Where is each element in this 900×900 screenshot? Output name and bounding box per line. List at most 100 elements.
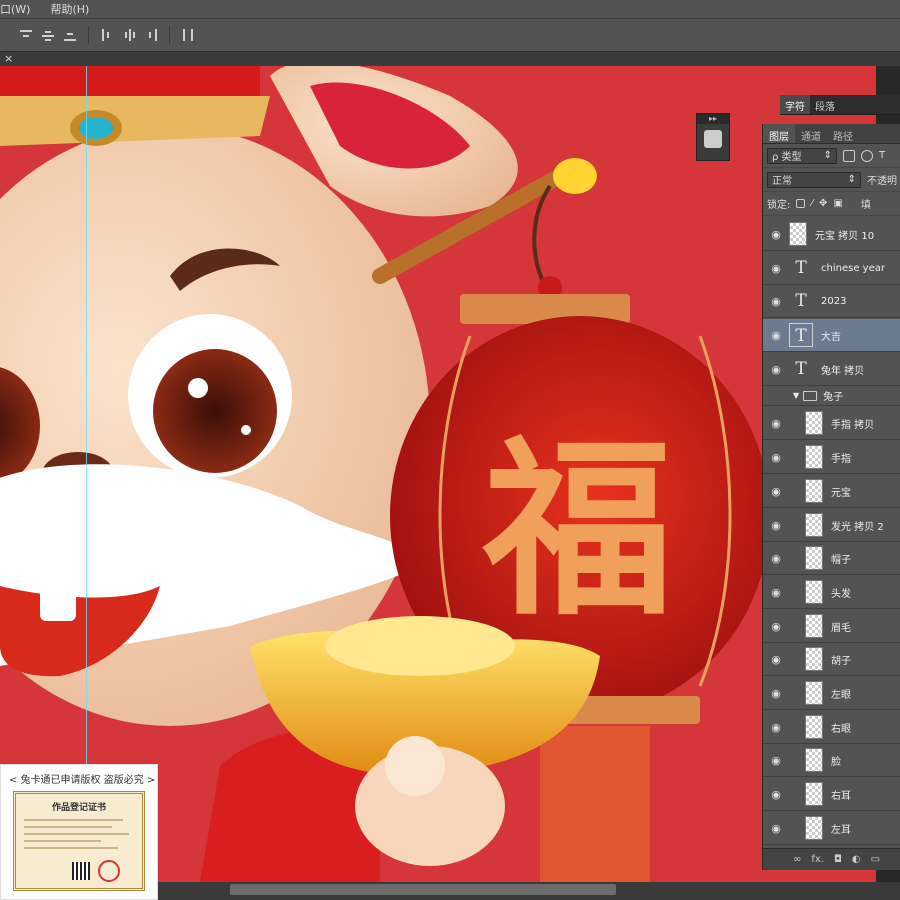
- tab-paragraph[interactable]: 段落: [810, 95, 840, 114]
- document-tab-bar: [0, 52, 900, 66]
- layer-row[interactable]: ◉ 左眼: [763, 677, 900, 710]
- blend-mode-value: 正常: [772, 176, 792, 187]
- layer-row[interactable]: ◉ 右耳: [763, 778, 900, 811]
- guide-line[interactable]: [86, 66, 87, 882]
- scrollbar-thumb[interactable]: [230, 884, 616, 895]
- layer-thumbnail: [789, 222, 807, 246]
- visibility-eye-icon[interactable]: ◉: [763, 519, 789, 532]
- layer-name: 脸: [831, 756, 841, 768]
- menu-help[interactable]: 帮助(H): [38, 1, 97, 17]
- layers-panel-footer: ∞ fx. ◘ ◐ ▭: [763, 848, 900, 870]
- align-vcenter-icon[interactable]: [40, 27, 56, 43]
- align-hcenter-icon[interactable]: [121, 27, 137, 43]
- layer-thumbnail: [805, 748, 823, 772]
- type-filter-icon[interactable]: T: [879, 150, 885, 161]
- visibility-eye-icon[interactable]: ◉: [763, 228, 789, 241]
- adjustment-filter-icon[interactable]: [861, 149, 873, 162]
- layer-row[interactable]: ◉ T 2023: [763, 285, 900, 318]
- layer-name: 左眼: [831, 689, 851, 701]
- group-name: 兔子: [823, 392, 844, 403]
- visibility-eye-icon[interactable]: ◉: [763, 451, 789, 464]
- layer-group-row[interactable]: ▼ 兔子: [763, 386, 900, 406]
- layer-row[interactable]: ◉ 左耳: [763, 812, 900, 845]
- text-layer-icon: T: [789, 323, 813, 347]
- document-canvas[interactable]: 福: [0, 66, 876, 882]
- layer-row[interactable]: ◉ 发光 拷贝 2: [763, 509, 900, 542]
- layer-row[interactable]: ◉ 手指: [763, 441, 900, 474]
- layer-thumbnail: [805, 580, 823, 604]
- layer-thumbnail: [805, 411, 823, 435]
- visibility-eye-icon[interactable]: ◉: [763, 295, 789, 308]
- layer-thumbnail: [805, 647, 823, 671]
- layer-row[interactable]: ◉ 眉毛: [763, 610, 900, 643]
- layer-row[interactable]: ◉ 元宝: [763, 475, 900, 508]
- document-close-icon[interactable]: ×: [4, 52, 13, 66]
- visibility-eye-icon[interactable]: ◉: [763, 485, 789, 498]
- layer-row[interactable]: ◉ 右眼: [763, 711, 900, 744]
- layer-row[interactable]: ◉ 手指 拷贝: [763, 407, 900, 440]
- opacity-label: 不透明: [867, 176, 897, 187]
- lock-transparent-icon[interactable]: [796, 199, 806, 208]
- layer-row[interactable]: ◉ 元宝 拷贝 10: [763, 218, 900, 251]
- tab-paths[interactable]: 路径: [827, 124, 859, 143]
- visibility-eye-icon[interactable]: ◉: [763, 329, 789, 342]
- distribute-icon[interactable]: [180, 27, 196, 43]
- expand-panels-button[interactable]: ▸▸: [697, 114, 729, 124]
- copyright-watermark: < 兔卡通已申请版权 盗版必究 > 作品登记证书: [0, 764, 158, 900]
- visibility-eye-icon[interactable]: ◉: [763, 363, 789, 376]
- image-filter-icon[interactable]: [843, 149, 855, 162]
- lantern-character: 福: [482, 418, 673, 641]
- visibility-eye-icon[interactable]: ◉: [763, 754, 789, 767]
- layer-name: 发光 拷贝 2: [831, 521, 884, 533]
- align-bottom-icon[interactable]: [62, 27, 78, 43]
- layer-row[interactable]: ◉ 脸: [763, 744, 900, 777]
- layer-row[interactable]: ◉ T 大吉: [763, 319, 900, 352]
- blend-mode-select[interactable]: 正常 ⇕: [767, 171, 861, 188]
- visibility-eye-icon[interactable]: ◉: [763, 653, 789, 666]
- layer-row[interactable]: ◉ 头发: [763, 576, 900, 609]
- filter-row: ρ 类型 ⇕ T: [763, 144, 900, 168]
- layer-row[interactable]: ◉ Tchinese year: [763, 252, 900, 285]
- adjustment-icon[interactable]: ◐: [852, 854, 861, 865]
- tab-channels[interactable]: 通道: [795, 124, 827, 143]
- menu-bar: 口(W) 帮助(H): [0, 0, 900, 18]
- link-layers-icon[interactable]: ∞: [793, 854, 801, 865]
- expand-arrow-icon[interactable]: ▼: [793, 391, 799, 400]
- properties-icon[interactable]: [704, 130, 722, 148]
- collapsed-panel: ▸▸: [696, 113, 730, 161]
- visibility-eye-icon[interactable]: ◉: [763, 822, 789, 835]
- layer-thumbnail: [805, 546, 823, 570]
- rabbit-eye-right: [153, 349, 277, 473]
- visibility-eye-icon[interactable]: ◉: [763, 788, 789, 801]
- layer-row[interactable]: ◉ T 兔年 拷贝: [763, 353, 900, 386]
- align-right-icon[interactable]: [143, 27, 159, 43]
- visibility-eye-icon[interactable]: ◉: [763, 721, 789, 734]
- layer-thumbnail: [805, 681, 823, 705]
- align-left-icon[interactable]: [99, 27, 115, 43]
- fill-label: 填: [860, 200, 871, 211]
- layer-name: 手指: [831, 453, 851, 465]
- tab-layers[interactable]: 图层: [763, 124, 795, 143]
- menu-window[interactable]: 口(W): [0, 1, 38, 17]
- layer-filter-select[interactable]: ρ 类型 ⇕: [767, 147, 837, 164]
- visibility-eye-icon[interactable]: ◉: [763, 417, 789, 430]
- lock-image-icon[interactable]: ⁄: [811, 198, 813, 209]
- visibility-eye-icon[interactable]: ◉: [763, 586, 789, 599]
- align-top-icon[interactable]: [18, 27, 34, 43]
- mask-icon[interactable]: ◘: [834, 854, 842, 865]
- fx-icon[interactable]: fx.: [811, 854, 824, 865]
- layer-name: 胡子: [831, 655, 851, 667]
- layers-panel: 图层 通道 路径 ρ 类型 ⇕ T 正常 ⇕ 不透明 锁定: ⁄ ✥ ▣ 填 ◉…: [762, 124, 900, 870]
- visibility-eye-icon[interactable]: ◉: [763, 620, 789, 633]
- folder-icon[interactable]: ▭: [871, 854, 880, 865]
- visibility-eye-icon[interactable]: ◉: [763, 687, 789, 700]
- lock-position-icon[interactable]: ✥: [819, 198, 827, 209]
- layer-row[interactable]: ◉ 帽子: [763, 542, 900, 575]
- layer-thumbnail: [805, 715, 823, 739]
- layer-name: chinese year: [821, 262, 885, 274]
- layer-row[interactable]: ◉ 胡子: [763, 643, 900, 676]
- visibility-eye-icon[interactable]: ◉: [763, 262, 789, 275]
- tab-character[interactable]: 字符: [780, 95, 810, 114]
- lock-all-icon[interactable]: ▣: [833, 198, 842, 209]
- visibility-eye-icon[interactable]: ◉: [763, 552, 789, 565]
